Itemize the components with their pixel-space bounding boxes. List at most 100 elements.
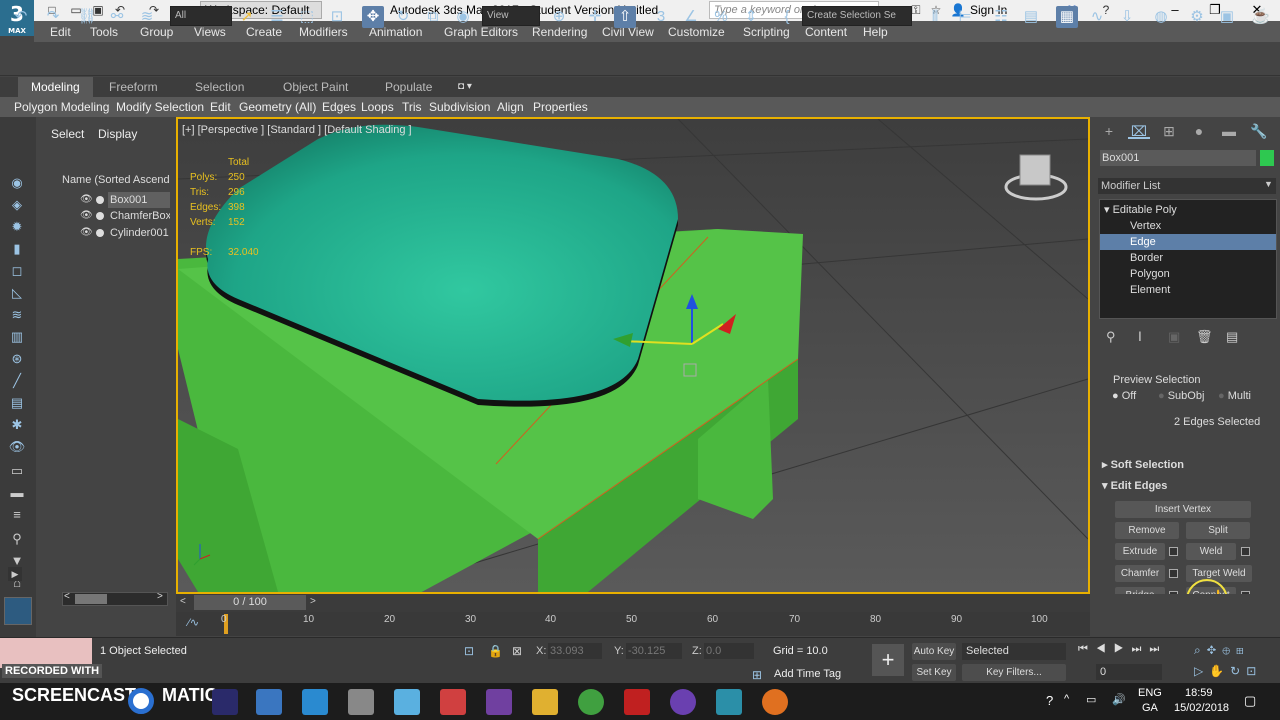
angle-snap-icon[interactable]: ∠ (680, 6, 702, 28)
menu-content[interactable]: Content (805, 25, 847, 39)
ribbon-polygon-modeling[interactable]: Polygon Modeling (14, 100, 109, 114)
tab-object-paint[interactable]: Object Paint (270, 77, 361, 97)
current-frame-field[interactable]: 0 (1096, 664, 1162, 680)
container-icon[interactable]: ▤ (8, 395, 26, 411)
set-key-button[interactable]: Set Key (912, 664, 956, 681)
undo-icon[interactable]: ↶ (10, 6, 32, 28)
select-scale-icon[interactable]: ⧉ (422, 6, 444, 28)
z-coordinate-field[interactable]: 0.0 (704, 643, 754, 659)
ribbon-properties[interactable]: Properties (533, 100, 588, 114)
tree-item-chamferbox[interactable]: 👁 ChamferBox00 (36, 208, 170, 224)
stack-edge[interactable]: Edge (1100, 234, 1276, 250)
ribbon-subdivision[interactable]: Subdivision (429, 100, 490, 114)
link-icon[interactable]: ⛓ (76, 6, 98, 28)
stack-editable-poly[interactable]: ▾ Editable Poly (1100, 202, 1276, 218)
3dsmax-taskbar-icon[interactable] (716, 689, 742, 715)
frozen-icon[interactable]: ▬ (8, 485, 26, 501)
y-coordinate-field[interactable]: -30.125 (626, 643, 682, 659)
chrome-taskbar-icon[interactable] (578, 689, 604, 715)
app4-taskbar-icon[interactable] (670, 689, 696, 715)
place-icon[interactable]: ◉ (452, 6, 474, 28)
extrude-settings-icon[interactable] (1169, 547, 1178, 556)
time-next-icon[interactable]: > (310, 596, 316, 607)
eye-icon[interactable]: 👁 (80, 208, 93, 224)
select-move-icon[interactable]: ✥ (362, 6, 384, 28)
layer-explorer-icon[interactable]: ☷ (990, 6, 1012, 28)
select-icon[interactable]: ◉ (8, 175, 26, 191)
keyboard-shortcut-icon[interactable]: ⇧ (614, 6, 636, 28)
schematic-view-icon[interactable]: ⇩ (1116, 6, 1138, 28)
weld-button[interactable]: Weld (1186, 543, 1236, 560)
named-selection-icon[interactable]: { (776, 6, 798, 28)
scene-tab-display[interactable]: Display (98, 127, 137, 141)
curve-editor-mini-icon[interactable]: ⁄∿ (188, 616, 199, 629)
app3-taskbar-icon[interactable] (440, 689, 466, 715)
stack-border[interactable]: Border (1100, 250, 1276, 266)
manipulate-icon[interactable]: ✛ (584, 6, 606, 28)
mirror-icon[interactable]: ⫴ (924, 6, 946, 28)
bone-icon[interactable]: ╱ (8, 373, 26, 389)
ribbon-align[interactable]: Align (497, 100, 524, 114)
utilities-tab-icon[interactable]: 🔧 (1248, 123, 1270, 139)
modifier-list-dropdown[interactable]: Modifier List (1098, 178, 1276, 194)
tab-populate[interactable]: Populate (372, 77, 445, 97)
particle-icon[interactable]: ✱ (8, 417, 26, 433)
visual-studio-taskbar-icon[interactable] (486, 689, 512, 715)
explorer-taskbar-icon[interactable] (532, 689, 558, 715)
stack-vertex[interactable]: Vertex (1100, 218, 1276, 234)
ribbon-options-icon[interactable]: ◘ ▾ (458, 81, 472, 92)
reference-coordinate-dropdown[interactable]: View (482, 6, 540, 26)
viewport-nav-controls[interactable]: ⌕✥⊕⊞ (1194, 643, 1250, 658)
extrude-button[interactable]: Extrude (1115, 543, 1165, 560)
track-bar[interactable]: ⁄∿ 0 10 20 30 40 50 60 70 80 90 100 (176, 612, 1090, 636)
unlink-icon[interactable]: ⚯ (106, 6, 128, 28)
hierarchy-tab-icon[interactable]: ⊞ (1158, 123, 1180, 139)
selection-lock-icon[interactable]: 🔒 (488, 644, 503, 658)
render-setup-icon[interactable]: ⚙ (1186, 6, 1208, 28)
xref-icon[interactable]: ⊛ (8, 351, 26, 367)
time-tag-icon[interactable]: ⊞ (752, 668, 762, 682)
scene-scrollbar[interactable]: < > (62, 591, 168, 606)
preview-multi-radio[interactable]: ● Multi (1218, 390, 1251, 402)
percent-snap-icon[interactable]: % (710, 6, 732, 28)
bind-spacewarp-icon[interactable]: ≋ (136, 6, 158, 28)
ribbon-loops[interactable]: Loops (361, 100, 394, 114)
window-crossing-icon[interactable]: ⊡ (326, 6, 348, 28)
add-time-tag[interactable]: Add Time Tag (774, 668, 841, 680)
time-prev-icon[interactable]: < (180, 596, 186, 607)
light-icon[interactable]: ✹ (8, 219, 26, 235)
camera-icon[interactable]: ▮ (8, 241, 26, 257)
edit-edges-rollout[interactable]: ▾ Edit Edges (1102, 479, 1167, 492)
align-icon[interactable]: ⊨ (954, 6, 976, 28)
tab-selection[interactable]: Selection (182, 77, 257, 97)
target-weld-button[interactable]: Target Weld (1186, 565, 1252, 582)
chevron-down-icon[interactable]: ▼ (1264, 179, 1273, 189)
outlook-taskbar-icon[interactable] (302, 689, 328, 715)
chamfer-button[interactable]: Chamfer (1115, 565, 1165, 582)
select-rotate-icon[interactable]: ↻ (392, 6, 414, 28)
chamfer-settings-icon[interactable] (1169, 569, 1178, 578)
tab-freeform[interactable]: Freeform (96, 77, 171, 97)
remove-modifier-icon[interactable]: 🗑 (1196, 329, 1213, 345)
acrobat-taskbar-icon[interactable] (624, 689, 650, 715)
expand-arrow-icon[interactable]: ▶ (8, 567, 22, 581)
notifications-icon[interactable]: ▢ (1244, 693, 1256, 709)
region-select-icon[interactable]: ⬚ (296, 6, 318, 28)
network-icon[interactable]: ▭ (1086, 693, 1096, 706)
playback-controls[interactable]: ⏮◀▶⏭⏭ (1078, 643, 1167, 656)
x-coordinate-field[interactable]: 33.093 (548, 643, 602, 659)
stack-element[interactable]: Element (1100, 282, 1276, 298)
eye-icon[interactable]: 👁 (80, 225, 93, 241)
shape-icon[interactable]: ◺ (8, 285, 26, 301)
curve-editor-icon[interactable]: ∿ (1086, 6, 1108, 28)
redo-icon[interactable]: ↷ (42, 6, 64, 28)
ribbon-geometry-all[interactable]: Geometry (All) (239, 100, 316, 114)
named-selection-dropdown[interactable]: Create Selection Se (802, 6, 912, 26)
select-by-name-icon[interactable]: ☰ (266, 6, 288, 28)
time-slider[interactable]: < 0 / 100 > (176, 594, 1090, 612)
photoshop-taskbar-icon[interactable] (212, 689, 238, 715)
create-tab-icon[interactable]: + (1098, 123, 1120, 139)
scene-tab-select[interactable]: Select (51, 127, 84, 141)
soft-selection-rollout[interactable]: ▸ Soft Selection (1102, 458, 1184, 471)
language-region[interactable]: GA (1142, 702, 1158, 714)
